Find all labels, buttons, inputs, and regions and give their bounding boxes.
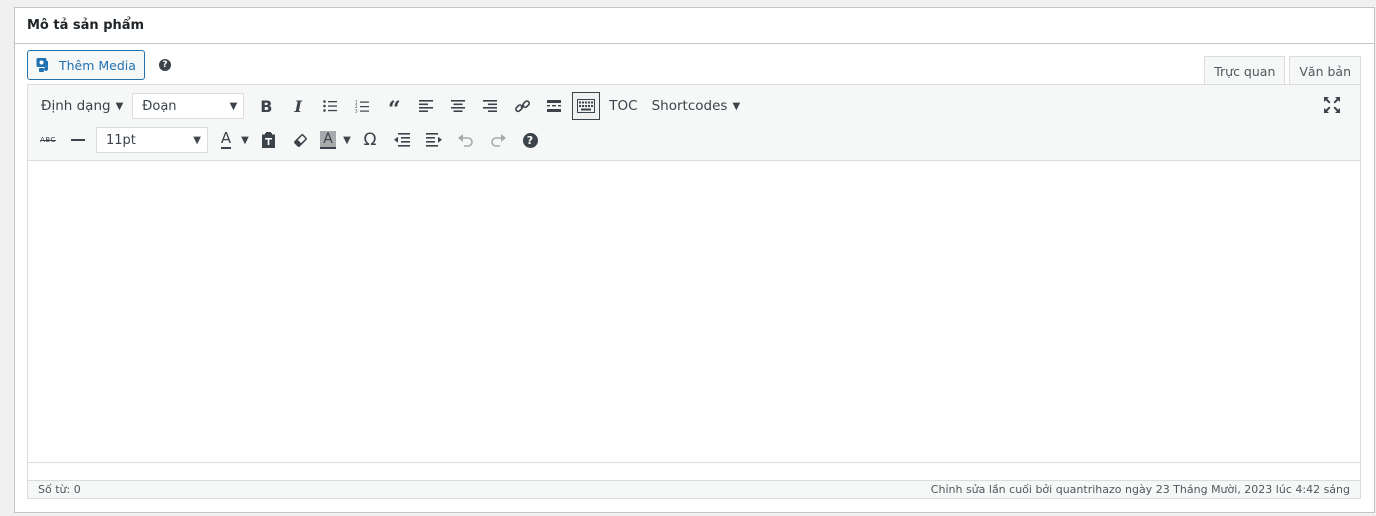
text-color-icon[interactable]: A [214, 126, 238, 154]
chevron-down-icon: ▼ [229, 100, 238, 112]
editor: Định dạng ▼ Đoạn ▼ B I 123 “ TOC Shortco… [27, 84, 1361, 499]
question-circle-icon[interactable]: ? [158, 59, 171, 71]
media-buttons: Thêm Media ? [27, 50, 171, 80]
bold-icon[interactable]: B [250, 92, 282, 120]
media-icon [36, 57, 53, 73]
format-dropdown[interactable]: Định dạng ▼ [34, 92, 130, 120]
panel-header: Mô tả sản phẩm [15, 8, 1374, 44]
shortcodes-label: Shortcodes [651, 98, 728, 114]
font-size-value: 11pt [106, 132, 136, 148]
svg-text:3: 3 [355, 108, 358, 113]
tab-text[interactable]: Văn bản [1289, 56, 1361, 85]
font-size-select[interactable]: 11pt ▼ [96, 127, 208, 153]
align-right-icon[interactable] [474, 92, 506, 120]
clear-formatting-icon[interactable] [284, 126, 316, 154]
editor-tabs: Trực quan Văn bản [1204, 56, 1361, 86]
chevron-down-icon: ▼ [193, 134, 201, 146]
add-media-label: Thêm Media [59, 57, 136, 73]
special-character-icon[interactable]: Ω [354, 126, 386, 154]
caret-down-icon: ▼ [732, 100, 741, 112]
numbered-list-icon[interactable]: 123 [346, 92, 378, 120]
italic-icon[interactable]: I [282, 92, 314, 120]
blockquote-icon[interactable]: “ [378, 92, 410, 121]
fullscreen-icon[interactable] [1316, 91, 1348, 119]
add-media-button[interactable]: Thêm Media [27, 50, 145, 80]
indent-icon[interactable] [418, 126, 450, 154]
undo-icon[interactable] [450, 126, 482, 154]
background-color-icon[interactable]: A [316, 126, 340, 154]
align-center-icon[interactable] [442, 92, 474, 120]
link-icon[interactable] [506, 92, 538, 120]
caret-down-icon: ▼ [115, 100, 124, 112]
word-count: Số từ: 0 [38, 483, 81, 496]
strikethrough-icon[interactable]: ABC [34, 126, 62, 154]
redo-icon[interactable] [482, 126, 514, 154]
bulleted-list-icon[interactable] [314, 92, 346, 120]
toolbar-row-1: Định dạng ▼ Đoạn ▼ B I 123 “ TOC Shortco… [34, 91, 747, 121]
text-color-caret-icon[interactable]: ▼ [238, 126, 252, 154]
editor-toolbar: Định dạng ▼ Đoạn ▼ B I 123 “ TOC Shortco… [28, 85, 1360, 161]
read-more-icon[interactable] [538, 92, 570, 120]
format-label: Định dạng [41, 98, 111, 114]
horizontal-line-icon[interactable] [62, 126, 94, 154]
tab-visual[interactable]: Trực quan [1204, 56, 1286, 86]
paragraph-value: Đoạn [142, 98, 177, 114]
help-icon[interactable]: ? [514, 126, 546, 154]
toc-button[interactable]: TOC [602, 92, 644, 120]
outdent-icon[interactable] [386, 126, 418, 154]
last-edit-info: Chỉnh sửa lần cuối bởi quantrihazo ngày … [930, 483, 1350, 496]
panel-title: Mô tả sản phẩm [27, 18, 145, 33]
editor-content-area[interactable] [28, 162, 1360, 462]
shortcodes-dropdown[interactable]: Shortcodes ▼ [645, 92, 748, 120]
paste-text-icon[interactable] [252, 126, 284, 154]
editor-resize-area [28, 462, 1360, 482]
toolbar-toggle-icon[interactable] [572, 92, 601, 120]
product-description-panel: Mô tả sản phẩm Thêm Media ? Trực quan Vă… [14, 7, 1375, 513]
paragraph-select[interactable]: Đoạn ▼ [132, 93, 245, 119]
toolbar-row-2: ABC 11pt ▼ A ▼ A ▼ Ω ? [34, 125, 546, 155]
align-left-icon[interactable] [410, 92, 442, 120]
editor-statusbar: Số từ: 0 Chỉnh sửa lần cuối bởi quantrih… [28, 480, 1360, 498]
background-color-caret-icon[interactable]: ▼ [340, 126, 354, 154]
